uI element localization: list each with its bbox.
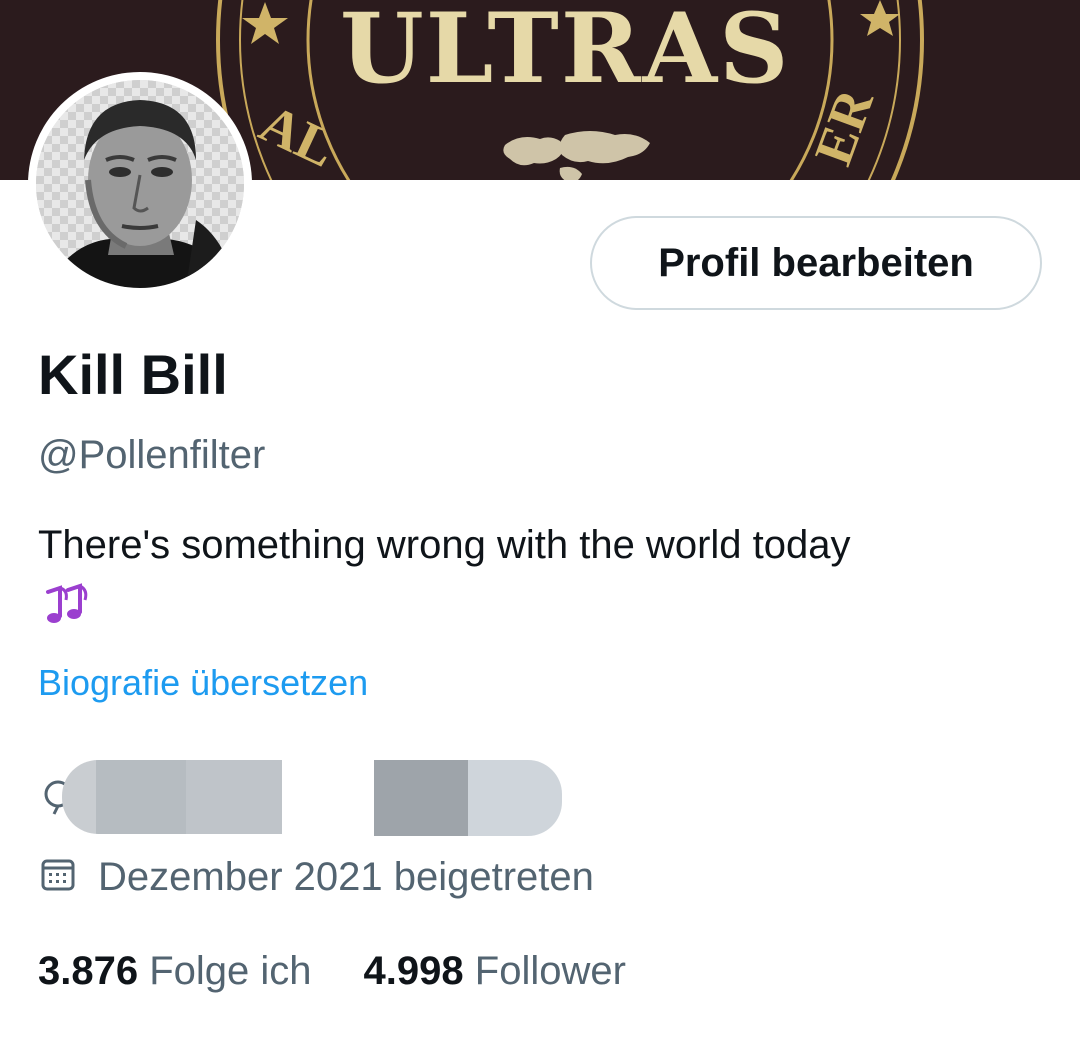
followers-count: 4.998	[363, 949, 464, 993]
avatar[interactable]	[28, 72, 252, 296]
banner-title: ULTRAS	[340, 0, 791, 105]
translate-bio-link[interactable]: Biografie übersetzen	[38, 660, 368, 706]
display-name: Kill Bill	[38, 343, 228, 406]
follow-stats: 3.876 Folge ich 4.998 Follower	[38, 946, 626, 996]
musical-notes-icon	[46, 583, 88, 623]
following-stat[interactable]: 3.876 Folge ich	[38, 946, 312, 996]
edit-profile-button[interactable]: Profil bearbeiten	[590, 216, 1042, 310]
bio-text: There's something wrong with the world t…	[38, 523, 851, 567]
profile-page: AL ER ULTRAS Profil bearbeiten Kill Bill…	[0, 0, 1080, 1040]
following-label: Folge ich	[149, 949, 312, 993]
redacted-website-block	[374, 760, 562, 836]
following-count: 3.876	[38, 949, 139, 993]
user-handle: @Pollenfilter	[38, 433, 266, 477]
joined-date: Dezember 2021 beigetreten	[98, 855, 594, 899]
calendar-icon	[41, 859, 75, 891]
followers-label: Follower	[474, 949, 626, 993]
redacted-location-block	[62, 760, 282, 834]
followers-stat[interactable]: 4.998 Follower	[364, 946, 626, 996]
avatar-image	[36, 80, 244, 288]
